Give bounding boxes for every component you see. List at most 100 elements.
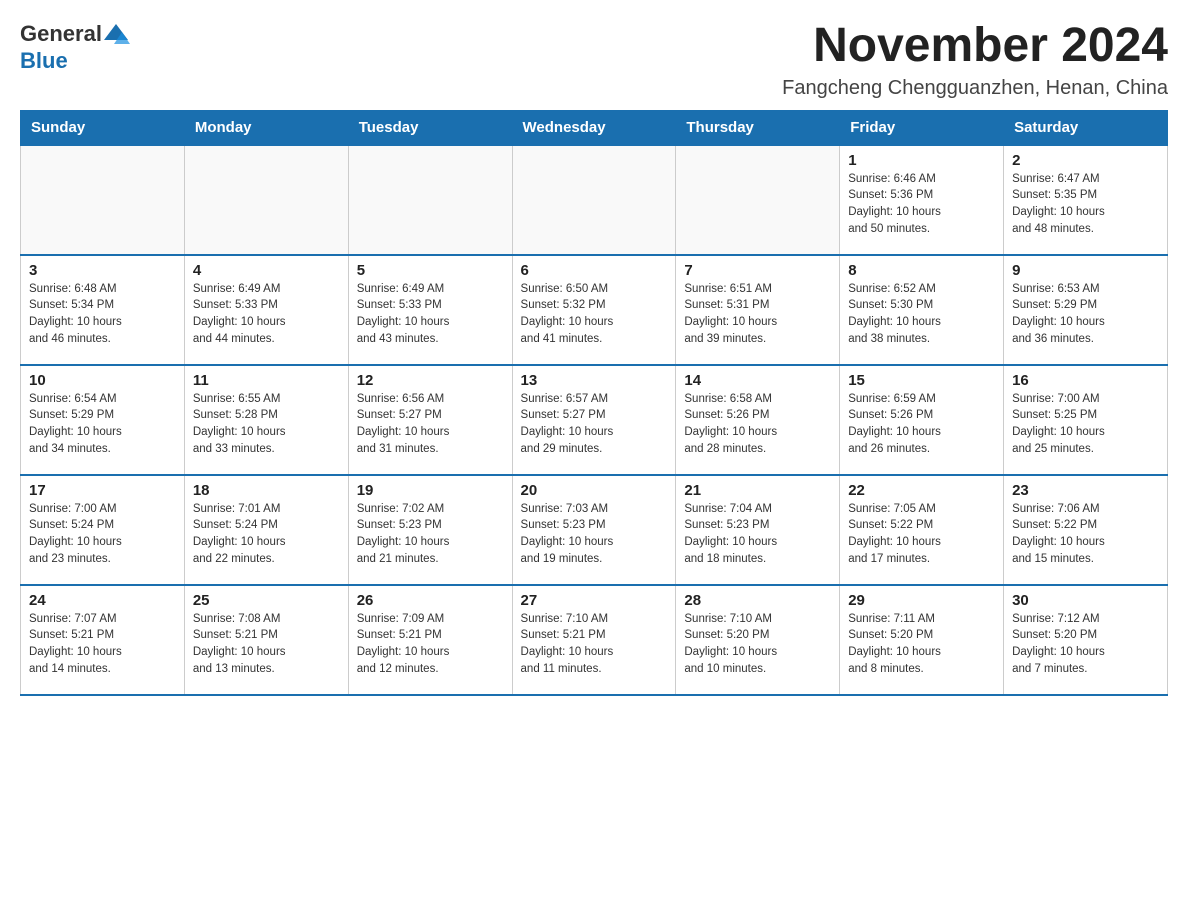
day-number: 19 [357,482,504,499]
table-row: 16Sunrise: 7:00 AM Sunset: 5:25 PM Dayli… [1004,365,1168,475]
day-info: Sunrise: 6:48 AM Sunset: 5:34 PM Dayligh… [29,281,176,348]
day-info: Sunrise: 6:55 AM Sunset: 5:28 PM Dayligh… [193,391,340,458]
table-row: 13 Sunrise: 6:57 AM Sunset: 5:27 PM Dayli… [512,365,676,475]
day-number: 11 [193,372,340,389]
day-number: 4 [193,262,340,279]
day-info: Sunrise: 7:09 AM Sunset: 5:21 PM Dayligh… [357,611,504,678]
day-info: Sunrise: 6:53 AM Sunset: 5:29 PM Dayligh… [1012,281,1159,348]
table-row: 12Sunrise: 6:56 AM Sunset: 5:27 PM Dayli… [348,365,512,475]
calendar-week-5: 24 Sunrise: 7:07 AM Sunset: 5:21 PM Dayli… [21,585,1168,695]
day-number: 22 [848,482,995,499]
logo-icon [102,20,130,48]
day-number: 7 [684,262,831,279]
day-info: Sunrise: 7:06 AM Sunset: 5:22 PM Dayligh… [1012,501,1159,568]
day-number: 13 [521,372,668,389]
page-header: General Blue November 2024 Fangcheng Che… [20,20,1168,100]
day-number: 20 [521,482,668,499]
day-info: Sunrise: 7:07 AM Sunset: 5:21 PM Dayligh… [29,611,176,678]
table-row: 24 Sunrise: 7:07 AM Sunset: 5:21 PM Dayli… [21,585,185,695]
table-row [348,145,512,255]
logo: General Blue [20,20,130,74]
calendar-body: 1 Sunrise: 6:46 AM Sunset: 5:36 PM Daylig… [21,145,1168,695]
day-info: Sunrise: 7:00 AM Sunset: 5:24 PM Dayligh… [29,501,176,568]
calendar-week-1: 1 Sunrise: 6:46 AM Sunset: 5:36 PM Daylig… [21,145,1168,255]
table-row: 4 Sunrise: 6:49 AM Sunset: 5:33 PM Daylig… [184,255,348,365]
logo-blue-text: Blue [20,48,130,74]
table-row: 5 Sunrise: 6:49 AM Sunset: 5:33 PM Daylig… [348,255,512,365]
header-tuesday: Tuesday [348,110,512,145]
day-info: Sunrise: 6:56 AM Sunset: 5:27 PM Dayligh… [357,391,504,458]
day-number: 26 [357,592,504,609]
title-area: November 2024 Fangcheng Chengguanzhen, H… [782,20,1168,100]
day-number: 17 [29,482,176,499]
day-number: 15 [848,372,995,389]
day-info: Sunrise: 7:08 AM Sunset: 5:21 PM Dayligh… [193,611,340,678]
table-row [512,145,676,255]
day-info: Sunrise: 7:12 AM Sunset: 5:20 PM Dayligh… [1012,611,1159,678]
table-row: 21Sunrise: 7:04 AM Sunset: 5:23 PM Dayli… [676,475,840,585]
table-row: 27Sunrise: 7:10 AM Sunset: 5:21 PM Dayli… [512,585,676,695]
calendar-table: Sunday Monday Tuesday Wednesday Thursday… [20,110,1168,696]
table-row: 6 Sunrise: 6:50 AM Sunset: 5:32 PM Daylig… [512,255,676,365]
day-info: Sunrise: 6:50 AM Sunset: 5:32 PM Dayligh… [521,281,668,348]
day-info: Sunrise: 6:46 AM Sunset: 5:36 PM Dayligh… [848,171,995,238]
table-row: 30 Sunrise: 7:12 AM Sunset: 5:20 PM Dayli… [1004,585,1168,695]
day-number: 25 [193,592,340,609]
table-row: 19Sunrise: 7:02 AM Sunset: 5:23 PM Dayli… [348,475,512,585]
month-title: November 2024 [782,20,1168,73]
table-row: 26 Sunrise: 7:09 AM Sunset: 5:21 PM Dayli… [348,585,512,695]
table-row: 2Sunrise: 6:47 AM Sunset: 5:35 PM Daylig… [1004,145,1168,255]
day-number: 27 [521,592,668,609]
table-row [21,145,185,255]
table-row: 3 Sunrise: 6:48 AM Sunset: 5:34 PM Daylig… [21,255,185,365]
table-row: 28 Sunrise: 7:10 AM Sunset: 5:20 PM Dayli… [676,585,840,695]
day-number: 8 [848,262,995,279]
header-sunday: Sunday [21,110,185,145]
day-number: 1 [848,152,995,169]
calendar-week-4: 17 Sunrise: 7:00 AM Sunset: 5:24 PM Dayli… [21,475,1168,585]
table-row: 23 Sunrise: 7:06 AM Sunset: 5:22 PM Dayli… [1004,475,1168,585]
day-number: 23 [1012,482,1159,499]
table-row: 1 Sunrise: 6:46 AM Sunset: 5:36 PM Daylig… [840,145,1004,255]
day-number: 3 [29,262,176,279]
day-number: 6 [521,262,668,279]
logo-general-text: General [20,21,102,47]
table-row: 25 Sunrise: 7:08 AM Sunset: 5:21 PM Dayli… [184,585,348,695]
table-row: 15 Sunrise: 6:59 AM Sunset: 5:26 PM Dayli… [840,365,1004,475]
day-info: Sunrise: 6:51 AM Sunset: 5:31 PM Dayligh… [684,281,831,348]
table-row: 18 Sunrise: 7:01 AM Sunset: 5:24 PM Dayli… [184,475,348,585]
header-friday: Friday [840,110,1004,145]
day-info: Sunrise: 7:01 AM Sunset: 5:24 PM Dayligh… [193,501,340,568]
table-row: 10Sunrise: 6:54 AM Sunset: 5:29 PM Dayli… [21,365,185,475]
table-row: 29Sunrise: 7:11 AM Sunset: 5:20 PM Dayli… [840,585,1004,695]
day-number: 10 [29,372,176,389]
day-info: Sunrise: 6:57 AM Sunset: 5:27 PM Dayligh… [521,391,668,458]
day-info: Sunrise: 6:52 AM Sunset: 5:30 PM Dayligh… [848,281,995,348]
day-info: Sunrise: 7:03 AM Sunset: 5:23 PM Dayligh… [521,501,668,568]
calendar-header-row: Sunday Monday Tuesday Wednesday Thursday… [21,110,1168,145]
calendar-week-2: 3 Sunrise: 6:48 AM Sunset: 5:34 PM Daylig… [21,255,1168,365]
location-title: Fangcheng Chengguanzhen, Henan, China [782,77,1168,100]
day-number: 5 [357,262,504,279]
table-row: 22 Sunrise: 7:05 AM Sunset: 5:22 PM Dayli… [840,475,1004,585]
day-number: 28 [684,592,831,609]
day-info: Sunrise: 7:10 AM Sunset: 5:20 PM Dayligh… [684,611,831,678]
day-info: Sunrise: 7:05 AM Sunset: 5:22 PM Dayligh… [848,501,995,568]
day-number: 9 [1012,262,1159,279]
day-number: 24 [29,592,176,609]
table-row: 17 Sunrise: 7:00 AM Sunset: 5:24 PM Dayli… [21,475,185,585]
day-info: Sunrise: 6:58 AM Sunset: 5:26 PM Dayligh… [684,391,831,458]
header-wednesday: Wednesday [512,110,676,145]
table-row: 20 Sunrise: 7:03 AM Sunset: 5:23 PM Dayli… [512,475,676,585]
day-info: Sunrise: 6:59 AM Sunset: 5:26 PM Dayligh… [848,391,995,458]
day-number: 30 [1012,592,1159,609]
day-info: Sunrise: 7:00 AM Sunset: 5:25 PM Dayligh… [1012,391,1159,458]
table-row: 9 Sunrise: 6:53 AM Sunset: 5:29 PM Daylig… [1004,255,1168,365]
day-number: 18 [193,482,340,499]
day-number: 2 [1012,152,1159,169]
table-row: 8 Sunrise: 6:52 AM Sunset: 5:30 PM Daylig… [840,255,1004,365]
calendar-week-3: 10Sunrise: 6:54 AM Sunset: 5:29 PM Dayli… [21,365,1168,475]
day-info: Sunrise: 6:49 AM Sunset: 5:33 PM Dayligh… [357,281,504,348]
day-info: Sunrise: 6:49 AM Sunset: 5:33 PM Dayligh… [193,281,340,348]
table-row [184,145,348,255]
